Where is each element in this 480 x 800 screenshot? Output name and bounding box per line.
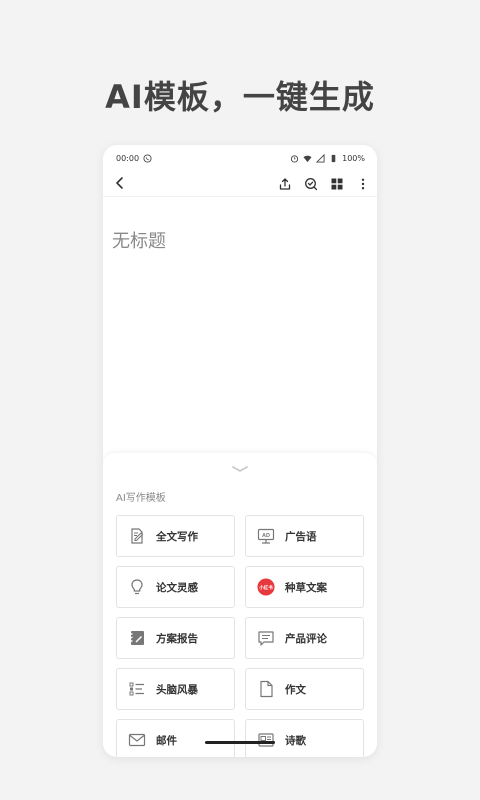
editor-toolbar <box>103 171 377 197</box>
alarm-icon <box>291 154 299 163</box>
grid-view-button[interactable] <box>327 174 347 194</box>
more-vertical-icon <box>361 178 365 190</box>
phone-frame: 00:00 100% 无标题 AI写作模板 全文写作 AD 广告语 论文灵感 小… <box>103 145 377 757</box>
wifi-icon <box>303 155 312 162</box>
template-card-essay[interactable]: 作文 <box>245 668 364 710</box>
promo-headline: AI模板，一键生成 <box>105 78 375 116</box>
collapse-chevron-icon[interactable] <box>230 463 250 475</box>
template-label: 作文 <box>285 683 306 696</box>
battery-icon <box>331 154 336 162</box>
template-card-email[interactable]: 邮件 <box>116 719 235 757</box>
gesture-home-bar[interactable] <box>205 741 275 744</box>
template-card-slogan[interactable]: AD 广告语 <box>245 515 364 557</box>
svg-text:AD: AD <box>262 533 270 539</box>
template-card-product-review[interactable]: 产品评论 <box>245 617 364 659</box>
grid-icon <box>331 178 343 190</box>
list-icon <box>129 682 144 696</box>
back-arrow-icon[interactable] <box>111 174 129 192</box>
signal-icon <box>316 153 325 163</box>
whatsapp-icon <box>143 153 152 163</box>
ai-template-panel: AI写作模板 全文写作 AD 广告语 论文灵感 小红书 种草文案 方案报告 产品… <box>103 453 377 757</box>
more-button[interactable] <box>353 174 373 194</box>
template-label: 产品评论 <box>285 632 327 645</box>
document-icon <box>260 680 273 698</box>
ad-board-icon: AD <box>257 528 275 544</box>
template-label: 广告语 <box>285 530 317 543</box>
template-card-proposal-report[interactable]: 方案报告 <box>116 617 235 659</box>
template-label: 论文灵感 <box>156 581 198 594</box>
template-card-brainstorm[interactable]: 头脑风暴 <box>116 668 235 710</box>
notebook-icon <box>129 631 144 645</box>
comment-icon <box>258 631 274 646</box>
lightbulb-icon <box>131 579 143 595</box>
template-label: 种草文案 <box>285 581 327 594</box>
share-button[interactable] <box>275 174 295 194</box>
search-button[interactable] <box>301 174 321 194</box>
template-label: 全文写作 <box>156 530 198 543</box>
template-card-paper-ideas[interactable]: 论文灵感 <box>116 566 235 608</box>
xiaohongshu-icon: 小红书 <box>257 578 275 596</box>
search-check-icon <box>305 178 318 191</box>
document-title-input[interactable]: 无标题 <box>112 227 166 253</box>
template-label: 方案报告 <box>156 632 198 645</box>
template-label: 诗歌 <box>285 734 306 747</box>
template-label: 头脑风暴 <box>156 683 198 696</box>
template-card-full-text[interactable]: 全文写作 <box>116 515 235 557</box>
newspaper-icon <box>258 733 274 747</box>
template-card-poetry[interactable]: 诗歌 <box>245 719 364 757</box>
mail-icon <box>128 733 146 747</box>
template-label: 邮件 <box>156 734 177 747</box>
status-bar: 00:00 100% <box>116 151 365 165</box>
status-time: 00:00 <box>116 153 140 163</box>
template-card-product-seeding[interactable]: 小红书 种草文案 <box>245 566 364 608</box>
pencil-doc-icon <box>131 528 144 544</box>
section-label: AI写作模板 <box>116 493 166 504</box>
battery-level: 100% <box>342 153 365 163</box>
share-icon <box>279 178 291 190</box>
